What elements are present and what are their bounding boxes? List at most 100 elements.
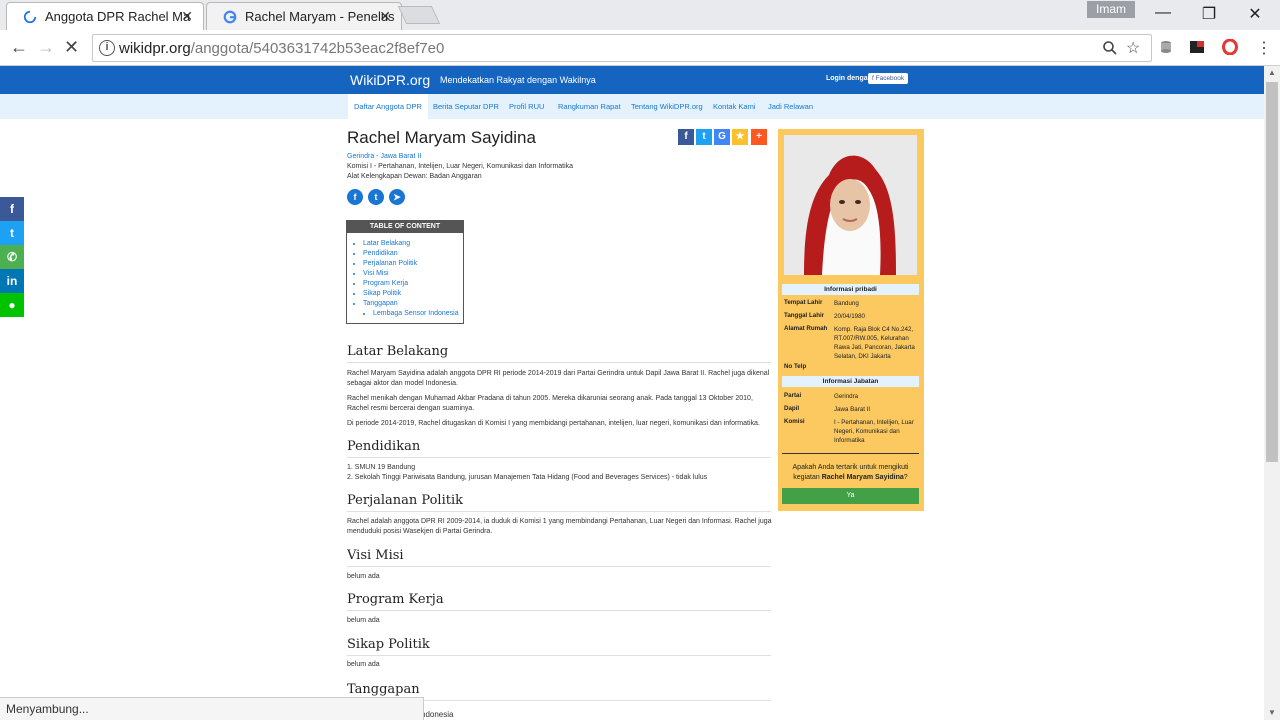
whatsapp-share-icon[interactable]: ✆ xyxy=(0,245,24,269)
nav-berita[interactable]: Berita Seputar DPR xyxy=(433,94,499,119)
forward-arrow-icon[interactable]: → xyxy=(37,37,55,58)
pendidikan-item-1: 1. SMUN 19 Bandung xyxy=(347,464,416,471)
status-bar: Menyambung... xyxy=(0,697,424,720)
label: No Telp xyxy=(784,363,807,370)
site-nav: Daftar Anggota DPR Berita Seputar DPR Pr… xyxy=(0,94,1264,119)
portrait-image xyxy=(784,135,917,275)
opera-icon[interactable] xyxy=(1222,39,1238,55)
restore-button[interactable]: ❐ xyxy=(1186,4,1232,24)
url-path: /anggota/5403631742b53eac2f8ef7e0 xyxy=(190,40,445,57)
nav-relawan[interactable]: Jadi Relawan xyxy=(768,94,813,119)
nav-daftar-anggota[interactable]: Daftar Anggota DPR xyxy=(348,94,428,119)
stop-icon[interactable]: ✕ xyxy=(64,37,79,58)
question-mark: ? xyxy=(903,474,908,481)
label: Tanggal Lahir xyxy=(784,312,825,319)
line-share-icon[interactable]: ● xyxy=(0,293,24,317)
telegram-icon[interactable]: ➤ xyxy=(389,189,405,205)
follow-question: Apakah Anda tertarik untuk mengikuti keg… xyxy=(784,463,917,483)
toc-item-label[interactable]: Tanggapan xyxy=(363,300,398,307)
toc-item[interactable]: Tanggapan Lembaga Sensor Indonesia xyxy=(363,299,463,319)
extension-db-icon[interactable] xyxy=(1158,39,1174,55)
question-name: Rachel Maryam Sayidina xyxy=(821,474,904,481)
program-body: belum ada xyxy=(347,617,380,624)
ya-button[interactable]: Ya xyxy=(782,488,919,504)
page-title: Rachel Maryam Sayidina xyxy=(347,128,536,147)
tab-close-icon[interactable]: ✕ xyxy=(379,8,391,25)
zoom-icon[interactable] xyxy=(1103,41,1117,55)
commission-text: Komisi I - Pertahanan, Intelijen, Luar N… xyxy=(347,163,574,170)
google-icon xyxy=(223,10,237,24)
twitter-share-icon[interactable]: t xyxy=(696,129,712,145)
section-tanggapan: Tanggapan xyxy=(347,682,420,697)
address-bar[interactable]: i wikidpr.org/anggota/5403631742b53eac2f… xyxy=(92,34,1152,62)
sikap-body: belum ada xyxy=(347,661,380,668)
bookmark-star-icon[interactable]: ☆ xyxy=(1126,38,1140,58)
facebook-share-icon[interactable]: f xyxy=(0,197,24,221)
facebook-share-icon[interactable]: f xyxy=(678,129,694,145)
council-text: Alat Kelengkapan Dewan: Badan Anggaran xyxy=(347,173,482,180)
close-window-button[interactable]: ✕ xyxy=(1232,4,1278,24)
label: Alamat Rumah xyxy=(784,325,828,332)
site-logo[interactable]: WikiDPR.org xyxy=(350,72,430,88)
tab-title: Anggota DPR Rachel Ma xyxy=(45,9,191,24)
section-visi-misi: Visi Misi xyxy=(347,548,404,563)
nav-tentang[interactable]: Tentang WikiDPR.org xyxy=(631,94,703,119)
toc-title: TABLE OF CONTENT xyxy=(347,221,463,233)
url-text: wikidpr.org/anggota/5403631742b53eac2f8e… xyxy=(119,40,444,57)
scroll-up-icon[interactable]: ▲ xyxy=(1268,68,1276,77)
linkedin-share-icon[interactable]: in xyxy=(0,269,24,293)
site-header: WikiDPR.org Mendekatkan Rakyat dengan Wa… xyxy=(0,66,1264,94)
toc-item[interactable]: Sikap Politik xyxy=(363,289,463,299)
twitter-icon[interactable]: t xyxy=(368,189,384,205)
toc-item[interactable]: Pendidikan xyxy=(363,249,463,259)
toc-item[interactable]: Perjalanan Politik xyxy=(363,259,463,269)
toc-item[interactable]: Program Kerja xyxy=(363,279,463,289)
label: Partai xyxy=(784,392,802,399)
section-program-kerja: Program Kerja xyxy=(347,592,444,607)
page-viewport: WikiDPR.org Mendekatkan Rakyat dengan Wa… xyxy=(0,66,1264,720)
position-info-header: Informasi Jabatan xyxy=(782,376,919,387)
value: 20/04/1980 xyxy=(834,313,865,320)
login-label: Login dengan xyxy=(826,75,872,82)
latar-paragraph-3: Di periode 2014-2019, Rachel ditugaskan … xyxy=(347,420,760,427)
info-icon[interactable]: i xyxy=(99,40,115,56)
favorite-star-icon[interactable]: ★ xyxy=(732,129,748,145)
new-tab-button[interactable] xyxy=(397,6,441,24)
tab-close-icon[interactable]: ✕ xyxy=(181,8,193,25)
divider xyxy=(347,457,771,458)
profile-chip[interactable]: Imam xyxy=(1087,1,1135,18)
party-region-link[interactable]: Gerindra - Jawa Barat II xyxy=(347,153,421,160)
tab-google-search[interactable]: Rachel Maryam - Penelus ✕ xyxy=(206,2,402,30)
value: I - Pertahanan, Intelijen, Luar Negeri, … xyxy=(834,419,914,444)
latar-paragraph-1: Rachel Maryam Sayidina adalah anggota DP… xyxy=(347,370,770,387)
nav-profil-ruu[interactable]: Profil RUU xyxy=(509,94,544,119)
more-share-icon[interactable]: + xyxy=(751,129,767,145)
twitter-share-icon[interactable]: t xyxy=(0,221,24,245)
menu-kebab-icon[interactable]: ⋮ xyxy=(1256,38,1272,58)
nav-rangkuman[interactable]: Rangkuman Rapat xyxy=(558,94,621,119)
vertical-scrollbar[interactable]: ▲ ▼ xyxy=(1264,66,1280,720)
extension-shield-icon[interactable] xyxy=(1189,39,1205,55)
toc-subitem[interactable]: Lembaga Sensor Indonesia xyxy=(373,309,463,319)
scroll-down-icon[interactable]: ▼ xyxy=(1268,708,1276,717)
facebook-icon[interactable]: f xyxy=(347,189,363,205)
toc-item[interactable]: Visi Misi xyxy=(363,269,463,279)
scroll-thumb[interactable] xyxy=(1266,82,1278,462)
google-share-icon[interactable]: G xyxy=(714,129,730,145)
minimize-button[interactable]: — xyxy=(1140,4,1186,22)
profile-photo xyxy=(784,135,917,275)
divider xyxy=(782,453,919,454)
tab-anggota-dpr[interactable]: Anggota DPR Rachel Ma ✕ xyxy=(6,2,204,30)
tanggapan-body[interactable]: ndonesia xyxy=(421,710,521,720)
politik-paragraph: Rachel adalah anggota DPR RI 2009-2014, … xyxy=(347,518,772,535)
value: Gerindra xyxy=(834,393,859,400)
nav-kontak[interactable]: Kontak Kami xyxy=(713,94,756,119)
facebook-login-button[interactable]: f Facebook xyxy=(868,73,909,84)
toc-item[interactable]: Latar Belakang xyxy=(363,239,463,249)
divider xyxy=(347,610,771,611)
profile-card: Informasi pribadi Tempat Lahir Bandung Ta… xyxy=(778,129,924,511)
label: Komisi xyxy=(784,418,805,425)
loading-spinner-icon xyxy=(23,10,37,24)
personal-info-header: Informasi pribadi xyxy=(782,284,919,295)
back-arrow-icon[interactable]: ← xyxy=(10,37,28,58)
